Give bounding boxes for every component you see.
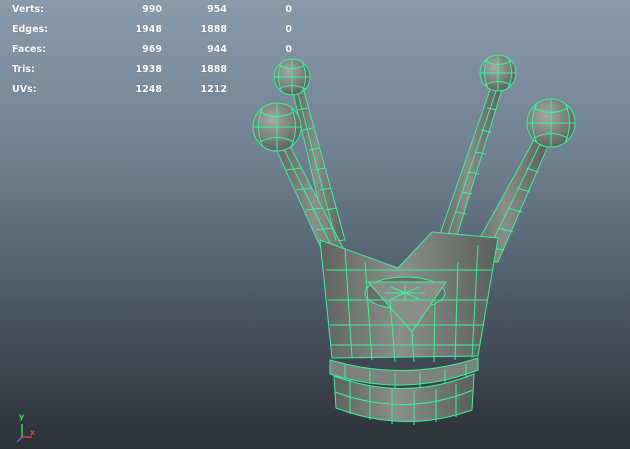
3d-viewport[interactable]: Verts: 990 954 0 Edges: 1948 1888 0 Face…: [0, 0, 630, 449]
crown-mesh-wireframe[interactable]: [0, 0, 630, 449]
sphere-back-right: [479, 54, 517, 92]
crown-body: [319, 231, 499, 363]
sphere-front-left: [252, 102, 302, 152]
axis-gizmo-icon: [16, 424, 32, 443]
axis-x-label: x: [30, 428, 36, 437]
sphere-back-left: [273, 58, 311, 96]
crown-base-ring: [329, 357, 479, 425]
sphere-front-right: [526, 98, 576, 148]
view-axis-indicator: y x: [10, 413, 44, 447]
axis-y-label: y: [19, 412, 25, 421]
